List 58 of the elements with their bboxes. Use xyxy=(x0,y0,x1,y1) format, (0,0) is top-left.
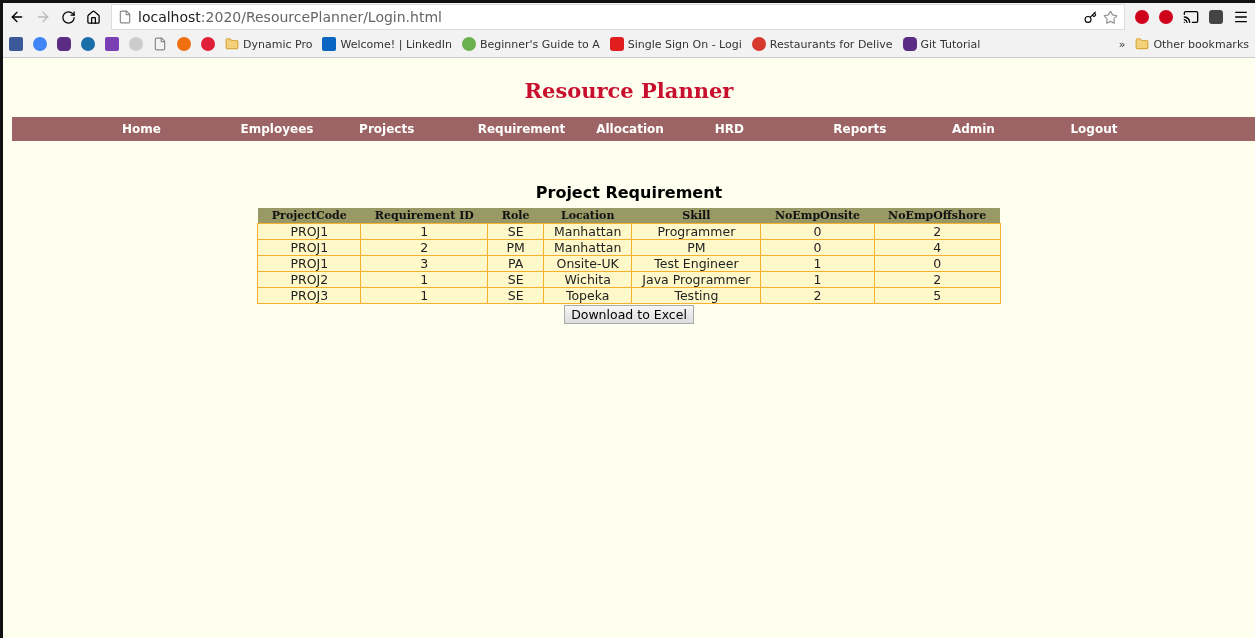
bookmark-link[interactable]: Welcome! | LinkedIn xyxy=(322,37,452,51)
column-header: Role xyxy=(487,208,544,224)
nav-link[interactable]: Allocation xyxy=(596,117,715,141)
circle-icon[interactable] xyxy=(1135,10,1149,24)
bookmark-link[interactable]: Git Tutorial xyxy=(902,37,981,51)
table-cell: Manhattan xyxy=(543,223,632,240)
home-icon[interactable] xyxy=(86,9,101,25)
nav-link[interactable]: Logout xyxy=(1070,117,1189,141)
overflow-link[interactable]: » xyxy=(1118,37,1126,51)
back-icon[interactable] xyxy=(9,9,25,25)
reload-icon[interactable] xyxy=(61,9,76,25)
table-cell: SE xyxy=(487,223,544,240)
square-icon xyxy=(609,37,624,51)
bookmark-link[interactable]: Restaurants for Delive xyxy=(751,37,893,51)
folder-icon xyxy=(225,37,239,51)
circle-icon[interactable] xyxy=(81,37,95,51)
column-header: Requirement ID xyxy=(360,208,488,224)
table-cell: Programmer xyxy=(631,223,761,240)
page-icon xyxy=(118,10,132,24)
table-cell: 0 xyxy=(760,223,875,240)
table-cell: PROJ1 xyxy=(257,223,361,240)
page-icon[interactable] xyxy=(153,37,167,51)
nav-link[interactable]: Reports xyxy=(833,117,952,141)
key-icon[interactable] xyxy=(1084,10,1097,24)
cast-icon[interactable] xyxy=(1183,9,1199,25)
table-cell: 1 xyxy=(360,223,488,240)
page-heading: Project Requirement xyxy=(535,183,723,202)
nav-link[interactable]: HRD xyxy=(714,117,834,141)
menu-icon[interactable] xyxy=(1233,9,1249,25)
column-header: NoEmpOnsite xyxy=(760,208,875,224)
column-header: Skill xyxy=(631,208,761,224)
column-header: Location xyxy=(543,208,632,224)
bookmark-link[interactable]: Dynamic Pro xyxy=(225,37,313,51)
square-icon[interactable] xyxy=(1209,10,1223,24)
bookmark-link[interactable]: Other bookmarks xyxy=(1135,37,1249,51)
address-path: :2020/ResourcePlanner/Login.html xyxy=(200,9,442,25)
circle-icon[interactable] xyxy=(33,37,47,51)
table-cell: 2 xyxy=(874,223,1001,240)
nav-link[interactable]: Requirement xyxy=(477,117,597,141)
bookmark-link[interactable]: Beginner's Guide to A xyxy=(462,37,600,51)
nav-link[interactable]: Employees xyxy=(240,117,360,141)
column-header: ProjectCode xyxy=(257,208,361,224)
site-title: Resource Planner xyxy=(524,78,734,103)
nav-link[interactable]: Admin xyxy=(951,117,1071,141)
circle-icon xyxy=(751,37,766,51)
nav-link[interactable]: Projects xyxy=(359,117,478,141)
circle-icon[interactable] xyxy=(177,37,191,51)
star-icon[interactable] xyxy=(1103,9,1118,25)
bookmark-link[interactable]: Single Sign On - Logi xyxy=(609,37,742,51)
folder-icon xyxy=(1135,37,1150,51)
column-header: NoEmpOffshore xyxy=(874,208,1001,224)
address-host: localhost xyxy=(138,9,201,25)
address-bar[interactable]: localhost:2020/ResourcePlanner/Login.html xyxy=(111,4,1125,30)
download-button[interactable]: Download to Excel xyxy=(564,305,694,324)
nav-link[interactable]: Home xyxy=(122,117,241,141)
square-icon xyxy=(322,37,337,51)
circle-icon[interactable] xyxy=(1159,10,1173,24)
circle-icon[interactable] xyxy=(201,37,215,51)
